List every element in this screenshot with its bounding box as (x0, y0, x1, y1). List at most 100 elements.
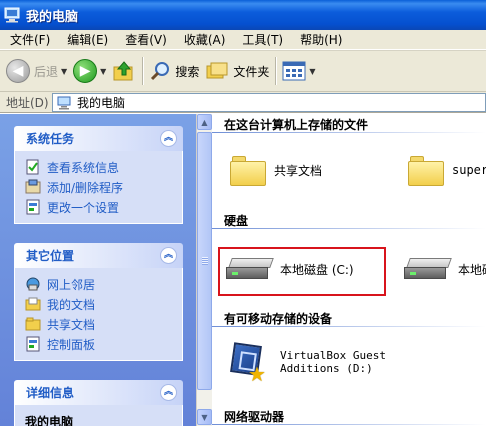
item-label: 本地磁 (458, 262, 486, 277)
task-label: 查看系统信息 (47, 160, 120, 175)
scroll-down-button[interactable]: ▼ (197, 409, 212, 425)
task-view-system-info[interactable]: 查看系统信息 (25, 157, 182, 177)
item-label: 本地磁盘 (C:) (280, 262, 354, 277)
system-tasks-panel: 系统任务 ︽ 查看系统信息 添加/删除程序 更改一个设置 (14, 126, 183, 224)
forward-arrow-icon: ▶ (73, 59, 98, 83)
control-panel-icon (26, 336, 40, 352)
item-label-line1: VirtualBox Guest (280, 349, 386, 362)
computer-icon (57, 96, 71, 109)
shared-documents-item[interactable]: 共享文档 (230, 154, 322, 186)
section-network-drives: 网络驱动器 (224, 410, 285, 424)
search-icon (151, 62, 170, 81)
place-network[interactable]: 网上邻居 (25, 274, 182, 294)
vertical-scrollbar[interactable]: ▲ ▼ (196, 114, 212, 426)
views-icon (282, 61, 306, 81)
title-bar[interactable]: 我的电脑 (0, 0, 486, 30)
menu-favorites[interactable]: 收藏(A) (174, 31, 233, 48)
chevron-down-icon[interactable]: ▼ (61, 67, 67, 76)
window-title: 我的电脑 (26, 9, 79, 25)
menu-help[interactable]: 帮助(H) (290, 31, 349, 48)
folders-label: 文件夹 (233, 64, 270, 79)
section-hard-disks: 硬盘 (224, 214, 249, 228)
forward-button[interactable]: ▶ ▼ (73, 55, 106, 87)
menu-file[interactable]: 文件(F) (0, 31, 57, 48)
task-label: 更改一个设置 (47, 200, 120, 215)
chevron-down-icon[interactable]: ▼ (309, 67, 315, 76)
place-label: 我的文档 (47, 297, 96, 312)
virtualbox-cd-icon: ★ (228, 340, 266, 384)
details-header[interactable]: 详细信息 ︽ (14, 380, 183, 405)
virtualbox-cd-item[interactable]: ★ VirtualBox Guest Additions (D:) (228, 340, 386, 384)
task-add-remove-programs[interactable]: 添加/删除程序 (25, 177, 182, 197)
place-my-documents[interactable]: 我的文档 (25, 294, 182, 314)
place-shared-documents[interactable]: 共享文档 (25, 314, 182, 334)
toolbar-separator (275, 57, 277, 85)
folder-icon (25, 297, 41, 311)
hard-drive-icon (404, 256, 452, 282)
network-icon (26, 277, 40, 291)
up-folder-button[interactable] (112, 55, 136, 87)
chevron-down-icon[interactable]: ▼ (100, 67, 106, 76)
hard-drive-icon (226, 256, 274, 282)
collapse-icon[interactable]: ︽ (160, 130, 177, 147)
details-title: 详细信息 (26, 386, 75, 400)
search-button[interactable]: 搜索 (149, 55, 199, 87)
scroll-thumb[interactable] (197, 132, 212, 390)
collapse-icon[interactable]: ︽ (160, 247, 177, 264)
item-label-line2: Additions (D:) (280, 362, 373, 375)
menu-bar: 文件(F) 编辑(E) 查看(V) 收藏(A) 工具(T) 帮助(H) (0, 30, 486, 50)
section-divider (212, 132, 486, 133)
system-tasks-header[interactable]: 系统任务 ︽ (14, 126, 183, 151)
computer-icon (4, 7, 22, 23)
other-places-header[interactable]: 其它位置 ︽ (14, 243, 183, 268)
menu-edit[interactable]: 编辑(E) (57, 31, 115, 48)
grip-icon (202, 257, 208, 265)
place-label: 控制面板 (47, 337, 96, 352)
system-tasks-title: 系统任务 (26, 132, 75, 146)
details-item-name: 我的电脑 (25, 414, 74, 426)
system-tasks-body: 查看系统信息 添加/删除程序 更改一个设置 (14, 151, 183, 224)
item-label: 共享文档 (274, 163, 323, 178)
address-field[interactable]: 我的电脑 (52, 93, 486, 112)
user-documents-item[interactable]: super (408, 154, 486, 186)
section-removable: 有可移动存储的设备 (224, 312, 333, 326)
local-disk-other-item[interactable]: 本地磁 (404, 256, 486, 282)
control-panel-icon (26, 199, 40, 215)
folders-icon (206, 62, 228, 79)
address-bar: 地址(D) 我的电脑 (0, 92, 486, 113)
details-panel: 详细信息 ︽ 我的电脑 (14, 380, 183, 426)
folders-button[interactable]: 文件夹 (205, 55, 269, 87)
address-label: 地址(D) (6, 95, 49, 110)
task-change-setting[interactable]: 更改一个设置 (25, 197, 182, 217)
back-arrow-icon: ◀ (6, 59, 30, 83)
section-stored-files: 在这台计算机上存储的文件 (224, 118, 369, 132)
section-divider (212, 228, 486, 229)
place-control-panel[interactable]: 控制面板 (25, 334, 182, 354)
place-label: 网上邻居 (47, 277, 96, 292)
task-label: 添加/删除程序 (47, 180, 124, 195)
search-label: 搜索 (175, 64, 200, 79)
section-divider (212, 326, 486, 327)
views-button[interactable]: ▼ (282, 55, 316, 87)
place-label: 共享文档 (47, 317, 96, 332)
other-places-body: 网上邻居 我的文档 共享文档 控制面板 (14, 268, 183, 361)
system-info-icon (26, 159, 39, 175)
back-label: 后退 (34, 64, 59, 79)
task-pane: 系统任务 ︽ 查看系统信息 添加/删除程序 更改一个设置 其它位置 ︽ 网上邻居… (0, 114, 196, 426)
collapse-icon[interactable]: ︽ (160, 384, 177, 401)
menu-view[interactable]: 查看(V) (115, 31, 174, 48)
address-value: 我的电脑 (77, 96, 126, 110)
toolbar-separator (142, 57, 144, 85)
scroll-up-button[interactable]: ▲ (197, 114, 212, 130)
other-places-panel: 其它位置 ︽ 网上邻居 我的文档 共享文档 控制面板 (14, 243, 183, 361)
other-places-title: 其它位置 (26, 249, 75, 263)
up-folder-icon (113, 61, 133, 81)
details-body: 我的电脑 (14, 405, 183, 426)
local-disk-c-item[interactable]: 本地磁盘 (C:) (226, 256, 354, 282)
toolbar: ◀ 后退 ▼ ▶ ▼ 搜索 文件夹 ▼ (0, 50, 486, 92)
back-button[interactable]: ◀ 后退 ▼ (6, 55, 67, 87)
folder-icon (25, 317, 41, 331)
folder-icon (230, 154, 266, 186)
section-divider (212, 424, 486, 425)
menu-tools[interactable]: 工具(T) (232, 31, 290, 48)
